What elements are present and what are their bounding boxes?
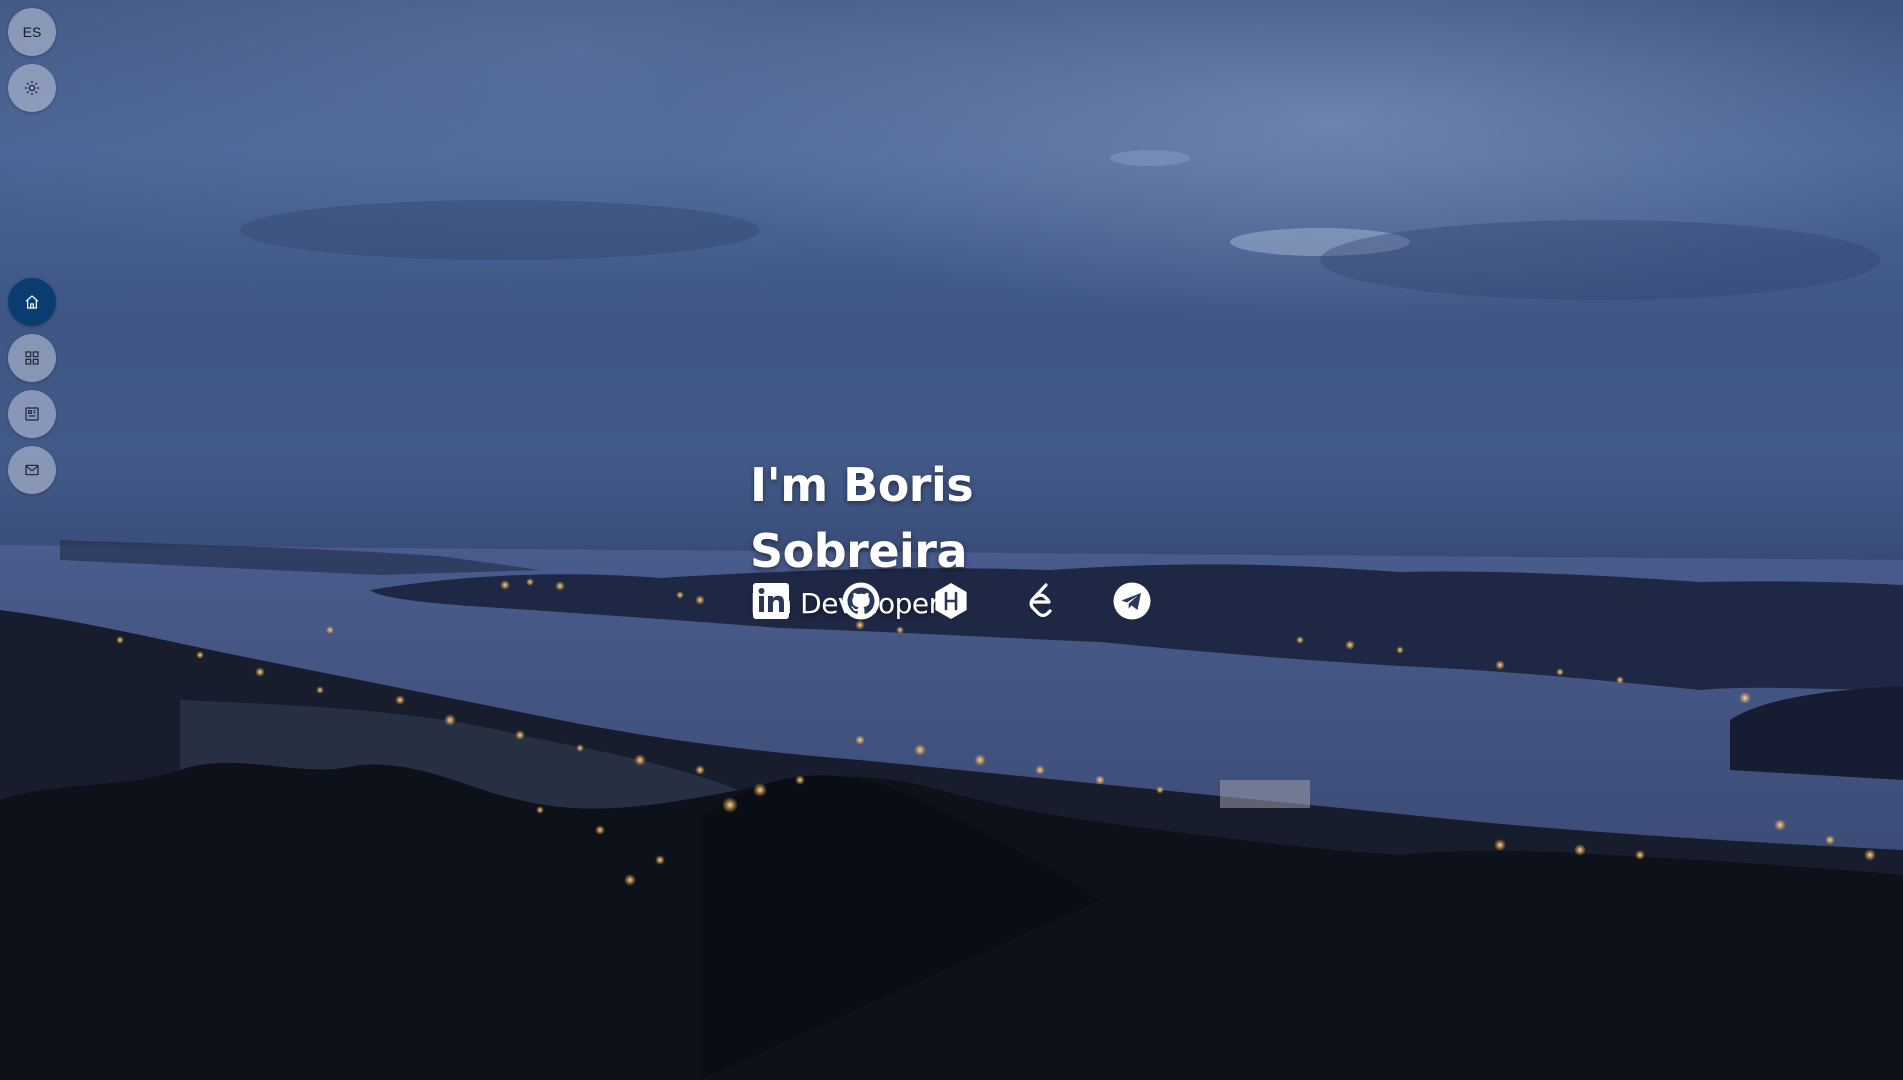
linkedin-icon bbox=[753, 583, 789, 619]
telegram-icon bbox=[1113, 582, 1151, 620]
nav-projects-button[interactable] bbox=[8, 334, 56, 382]
nav-blog-button[interactable] bbox=[8, 390, 56, 438]
language-label: ES bbox=[22, 24, 42, 40]
github-link[interactable] bbox=[840, 580, 882, 622]
hero-section: ES I'm Boris Sobreira bbox=[0, 0, 1903, 1080]
hashnode-link[interactable] bbox=[930, 580, 972, 622]
github-icon bbox=[842, 582, 880, 620]
language-toggle-button[interactable]: ES bbox=[8, 8, 56, 56]
sun-icon bbox=[24, 80, 40, 96]
blog-icon bbox=[25, 407, 39, 421]
grid-icon bbox=[25, 351, 39, 365]
home-icon bbox=[25, 295, 39, 309]
social-links bbox=[750, 580, 1160, 624]
linkedin-link[interactable] bbox=[750, 580, 792, 622]
telegram-link[interactable] bbox=[1111, 580, 1153, 622]
hero-title: I'm Boris Sobreira bbox=[750, 458, 974, 578]
nav-home-button[interactable] bbox=[8, 278, 56, 326]
leetcode-icon bbox=[1029, 583, 1052, 617]
leetcode-link[interactable] bbox=[1021, 580, 1063, 622]
hashnode-icon bbox=[935, 583, 967, 619]
mail-icon bbox=[25, 464, 39, 476]
theme-toggle-button[interactable] bbox=[8, 64, 56, 112]
nav-contact-button[interactable] bbox=[8, 446, 56, 494]
